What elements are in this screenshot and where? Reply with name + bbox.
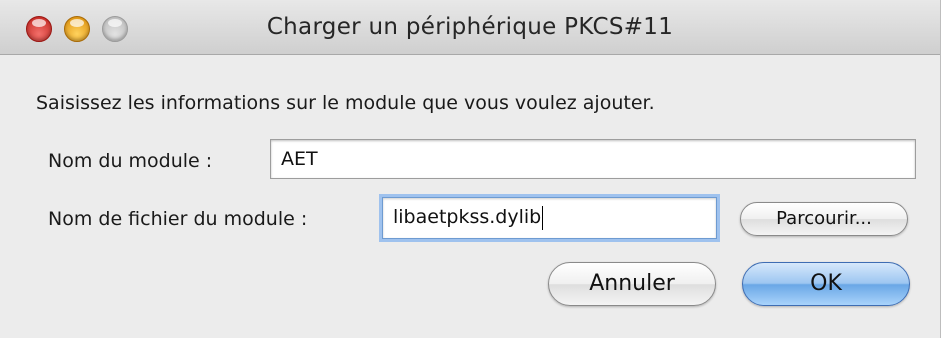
ok-button[interactable]: OK <box>742 262 910 306</box>
module-file-label: Nom de fichier du module : <box>48 208 308 230</box>
window-title: Charger un périphérique PKCS#11 <box>266 14 674 40</box>
module-name-value: AET <box>281 148 318 170</box>
module-name-field[interactable]: AET <box>270 139 916 179</box>
module-name-label: Nom du module : <box>48 150 213 172</box>
module-file-field[interactable]: libaetpkss.dylib <box>382 197 717 239</box>
instruction-text: Saisissez les informations sur le module… <box>36 92 655 114</box>
title-bar[interactable]: Charger un périphérique PKCS#11 <box>0 0 940 55</box>
dialog-window: Charger un périphérique PKCS#11 Saisisse… <box>0 0 941 338</box>
module-file-value: libaetpkss.dylib <box>393 206 542 228</box>
cancel-button[interactable]: Annuler <box>548 262 716 306</box>
browse-button[interactable]: Parcourir... <box>740 202 908 236</box>
text-cursor <box>542 205 544 230</box>
